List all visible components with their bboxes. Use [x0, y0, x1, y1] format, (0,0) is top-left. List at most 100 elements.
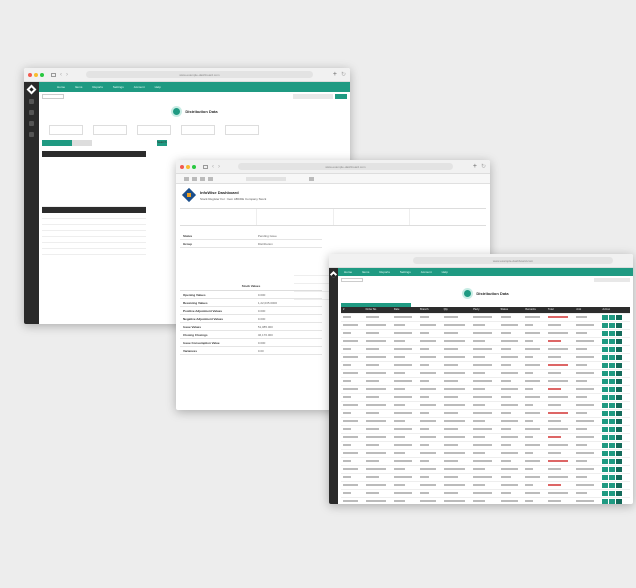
toolbar-icon[interactable] — [208, 176, 213, 181]
action-cell[interactable] — [600, 329, 630, 338]
action-cell[interactable] — [600, 345, 630, 354]
view-icon[interactable] — [609, 466, 616, 472]
nav-item[interactable]: Reports — [92, 85, 103, 89]
edit-icon[interactable] — [602, 450, 609, 456]
delete-icon[interactable] — [616, 466, 623, 472]
action-cell[interactable] — [600, 425, 630, 434]
filter-field[interactable] — [341, 278, 363, 282]
action-cell[interactable] — [600, 441, 630, 450]
action-cell[interactable] — [600, 465, 630, 474]
sidebar-icon[interactable] — [29, 99, 34, 104]
edit-icon[interactable] — [602, 410, 609, 416]
search-field[interactable] — [594, 278, 630, 282]
plus-icon[interactable]: + — [473, 163, 477, 170]
toolbar-icon[interactable] — [184, 176, 189, 181]
delete-icon[interactable] — [616, 314, 623, 320]
delete-icon[interactable] — [616, 434, 623, 440]
sidebar-icon[interactable] — [29, 121, 34, 126]
nav-item[interactable]: Account — [134, 85, 145, 89]
tab-icon[interactable] — [51, 72, 56, 77]
delete-icon[interactable] — [616, 338, 623, 344]
action-cell[interactable] — [600, 433, 630, 442]
nav-item[interactable]: Settings — [113, 85, 124, 89]
delete-icon[interactable] — [616, 498, 623, 504]
edit-icon[interactable] — [602, 338, 609, 344]
tab-icon[interactable] — [203, 164, 208, 169]
delete-icon[interactable] — [616, 490, 623, 496]
edit-icon[interactable] — [602, 490, 609, 496]
action-cell[interactable] — [600, 393, 630, 402]
forward-icon[interactable]: › — [66, 72, 68, 78]
nav-item[interactable]: Home — [57, 85, 65, 89]
delete-icon[interactable] — [616, 354, 623, 360]
table-row[interactable] — [341, 433, 630, 442]
table-row[interactable] — [341, 385, 630, 394]
close-dot[interactable] — [180, 164, 184, 169]
view-icon[interactable] — [609, 434, 616, 440]
view-icon[interactable] — [609, 474, 616, 480]
table-row[interactable] — [341, 321, 630, 330]
edit-icon[interactable] — [602, 442, 609, 448]
search-button[interactable]: Search — [157, 140, 167, 146]
plus-icon[interactable]: + — [333, 71, 337, 78]
delete-icon[interactable] — [616, 482, 623, 488]
table-row[interactable] — [341, 337, 630, 346]
edit-icon[interactable] — [602, 458, 609, 464]
edit-icon[interactable] — [602, 330, 609, 336]
view-icon[interactable] — [609, 386, 616, 392]
edit-icon[interactable] — [602, 314, 609, 320]
forward-icon[interactable]: › — [218, 164, 220, 170]
nav-item[interactable]: Home — [344, 270, 352, 274]
table-row[interactable] — [341, 345, 630, 354]
delete-icon[interactable] — [616, 386, 623, 392]
view-icon[interactable] — [609, 490, 616, 496]
table-row[interactable] — [341, 369, 630, 378]
table-row[interactable] — [341, 393, 630, 402]
nav-item[interactable]: Help — [155, 85, 161, 89]
url-bar[interactable]: www.example-dashboard.com — [86, 71, 313, 78]
view-icon[interactable] — [609, 418, 616, 424]
action-cell[interactable] — [600, 401, 630, 410]
reload-icon[interactable]: ↻ — [341, 72, 346, 78]
edit-icon[interactable] — [602, 354, 609, 360]
search-button[interactable] — [335, 93, 347, 99]
tab-active[interactable] — [42, 140, 72, 146]
delete-icon[interactable] — [616, 330, 623, 336]
nav-item[interactable]: Items — [75, 85, 82, 89]
edit-icon[interactable] — [602, 466, 609, 472]
edit-icon[interactable] — [602, 482, 609, 488]
view-icon[interactable] — [609, 410, 616, 416]
nav-item[interactable]: Settings — [400, 270, 411, 274]
table-row[interactable] — [341, 401, 630, 410]
url-bar[interactable]: www.example-dashboard.com — [238, 163, 453, 170]
toolbar-field[interactable] — [246, 176, 286, 181]
view-icon[interactable] — [609, 450, 616, 456]
view-icon[interactable] — [609, 402, 616, 408]
view-icon[interactable] — [609, 498, 616, 504]
table-row[interactable] — [341, 465, 630, 474]
maximize-dot[interactable] — [192, 164, 196, 169]
table-row[interactable] — [341, 361, 630, 370]
tab-inactive[interactable] — [72, 140, 92, 146]
edit-icon[interactable] — [602, 434, 609, 440]
table-row[interactable] — [341, 313, 630, 322]
action-cell[interactable] — [600, 321, 630, 330]
filter-box[interactable] — [225, 125, 259, 135]
action-cell[interactable] — [600, 337, 630, 346]
sidebar-icon[interactable] — [29, 132, 34, 137]
edit-icon[interactable] — [602, 498, 609, 504]
view-icon[interactable] — [609, 314, 616, 320]
table-row[interactable] — [341, 417, 630, 426]
action-cell[interactable] — [600, 361, 630, 370]
delete-icon[interactable] — [616, 458, 623, 464]
sidebar-icon[interactable] — [29, 110, 34, 115]
nav-item[interactable]: Help — [442, 270, 448, 274]
edit-icon[interactable] — [602, 426, 609, 432]
delete-icon[interactable] — [616, 378, 623, 384]
filter-box[interactable] — [181, 125, 215, 135]
view-icon[interactable] — [609, 354, 616, 360]
action-cell[interactable] — [600, 409, 630, 418]
action-cell[interactable] — [600, 369, 630, 378]
back-icon[interactable]: ‹ — [212, 164, 214, 170]
delete-icon[interactable] — [616, 362, 623, 368]
